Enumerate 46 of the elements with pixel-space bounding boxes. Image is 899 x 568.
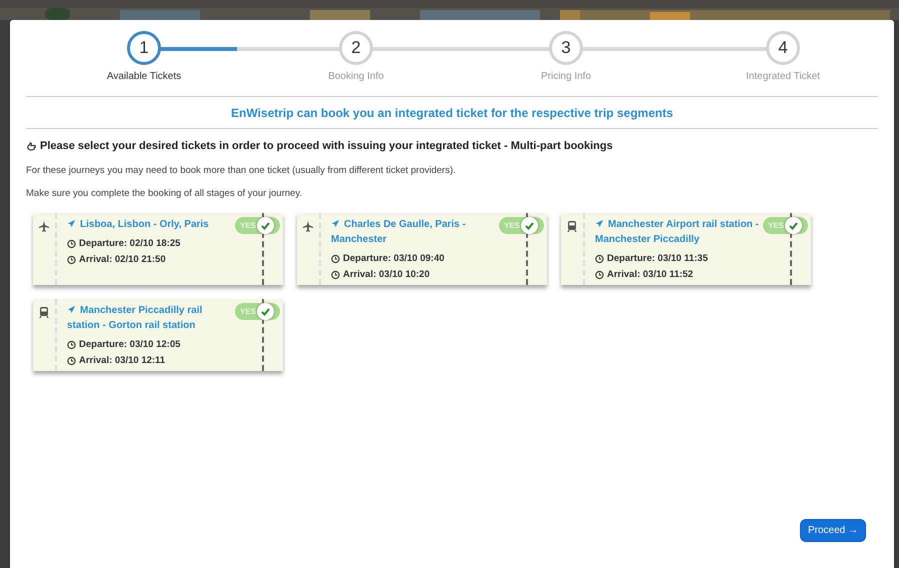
ticket-card[interactable]: Manchester Airport rail station - Manchester Piccadilly Departure: 03/10 11:35 Arrival: 03/10 11:52 YES: [561, 213, 811, 285]
step-label: Booking Info: [328, 70, 384, 84]
time-text: Arrival: 03/10 10:20: [343, 268, 430, 282]
clock-icon: [595, 270, 604, 280]
train-icon: [566, 220, 578, 232]
ticket-card[interactable]: Lisboa, Lisbon - Orly, Paris Departure: 02/10 18:25 Arrival: 02/10 21:50 YES: [33, 213, 283, 285]
time-text: Departure: 02/10 18:25: [79, 237, 180, 251]
step-circle[interactable]: 2: [339, 31, 373, 65]
time-text: Departure: 03/10 12:05: [79, 338, 180, 352]
check-icon: [789, 222, 798, 230]
note-text: For these journeys you may need to book more than one ticket (usually from different ticket providers).: [26, 164, 457, 178]
step-circle[interactable]: 3: [549, 31, 583, 65]
time-text: Arrival: 03/10 11:52: [607, 268, 694, 282]
route-link[interactable]: Charles De Gaulle, Paris - Manchester: [331, 217, 499, 247]
clock-icon: [67, 239, 76, 250]
instruction-heading: Please select your desired tickets in order to proceed with issuing your integrated ticket - Multi-part bookings: [40, 139, 613, 154]
clock-icon: [67, 340, 76, 350]
hand-pointer-icon: [26, 140, 37, 152]
ticket-card[interactable]: Manchester Piccadilly rail station - Gorton rail station Departure: 03/10 12:05 Arrival: 03/10 12:11 YES: [33, 299, 283, 371]
proceed-button[interactable]: Proceed →: [800, 519, 866, 542]
time-text: Departure: 03/10 11:35: [607, 252, 708, 266]
step-circle[interactable]: 4: [766, 31, 800, 65]
plane-icon: [302, 220, 314, 232]
time-text: Arrival: 02/10 21:50: [79, 253, 166, 268]
step-label: Pricing Info: [540, 70, 592, 84]
time-text: Departure: 03/10 09:40: [343, 252, 444, 266]
clock-icon: [67, 356, 76, 366]
clock-icon: [331, 254, 340, 264]
note-text: Make sure you complete the booking of all stages of your journey.: [26, 186, 304, 201]
step-label: Available Tickets: [106, 70, 182, 84]
check-icon: [525, 222, 534, 230]
step-circle[interactable]: 1: [127, 31, 161, 65]
route-link[interactable]: Lisboa, Lisbon - Orly, Paris: [67, 217, 235, 232]
ticket-card[interactable]: Charles De Gaulle, Paris - Manchester Departure: 03/10 09:40 Arrival: 03/10 10:20 YES: [297, 213, 547, 285]
step-label: Integrated Ticket: [746, 70, 820, 84]
train-icon: [38, 306, 50, 318]
route-link[interactable]: Manchester Piccadilly rail station - Gorton rail station: [67, 303, 235, 333]
time-text: Arrival: 03/10 12:11: [79, 354, 166, 368]
clock-icon: [595, 254, 604, 264]
check-icon: [261, 308, 270, 316]
clock-icon: [67, 255, 76, 266]
clock-icon: [331, 270, 340, 280]
route-link[interactable]: Manchester Airport rail station - Manchester Piccadilly: [595, 217, 763, 247]
info-banner: EnWisetrip can book you an integrated ticket for the respective trip segments: [26, 96, 878, 129]
check-icon: [261, 222, 270, 230]
plane-icon: [38, 220, 50, 232]
